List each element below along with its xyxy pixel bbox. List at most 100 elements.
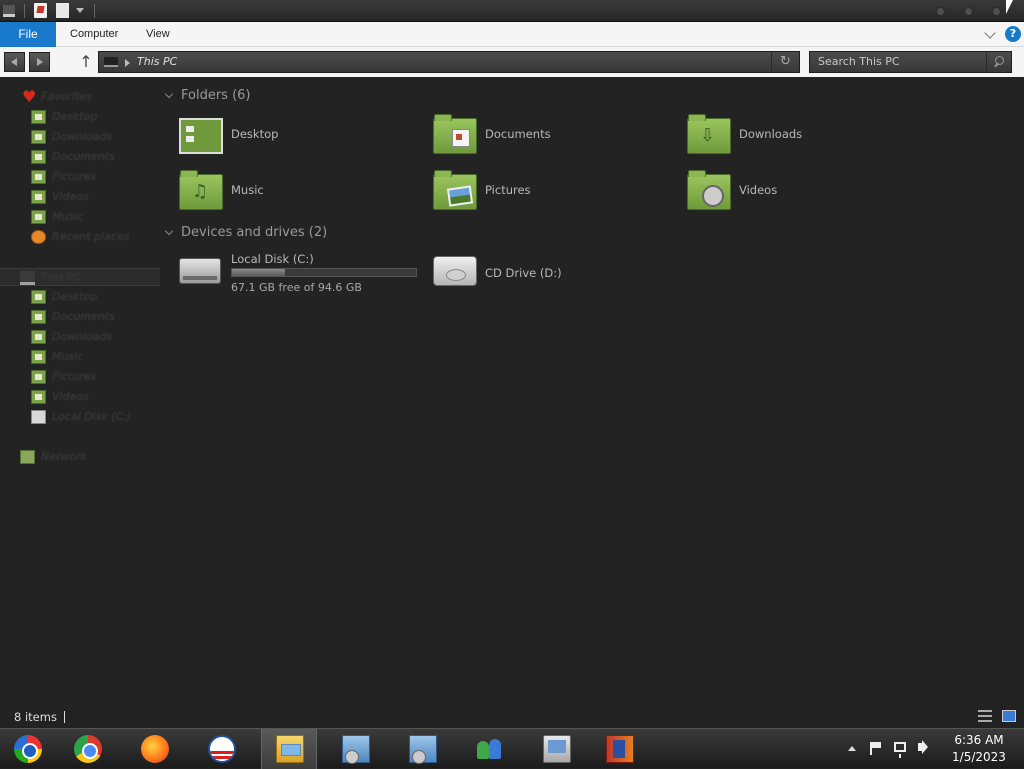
obama-logo-icon — [208, 735, 236, 763]
music-note-icon: ♫ — [192, 181, 209, 202]
folder-tile-downloads[interactable]: ⇩ Downloads — [687, 114, 927, 160]
folder-tile-documents[interactable]: Documents — [433, 114, 673, 160]
nav-pc-pictures[interactable]: Pictures — [0, 368, 160, 386]
breadcrumb-arrow-icon[interactable] — [125, 59, 130, 67]
show-hidden-icons-icon[interactable] — [848, 746, 856, 751]
recent-places-icon — [31, 230, 46, 244]
taskbar-winrar[interactable] — [592, 729, 648, 769]
close-button[interactable] — [992, 7, 1001, 16]
folder-name: Downloads — [739, 127, 803, 141]
nav-pc-desktop[interactable]: Desktop — [0, 288, 160, 306]
volume-icon[interactable] — [918, 743, 923, 751]
item-count: 8 items — [14, 710, 57, 724]
document-page-icon — [452, 129, 470, 147]
breadcrumb-this-pc[interactable]: This PC — [137, 55, 177, 68]
taskbar-users[interactable] — [461, 729, 517, 769]
title-separator — [94, 4, 95, 18]
clock-date[interactable]: 1/5/2023 — [942, 750, 1016, 764]
nav-pc-downloads[interactable]: Downloads — [0, 328, 160, 346]
music-folder-icon — [31, 210, 46, 224]
nav-label: Network — [41, 450, 87, 463]
back-button[interactable] — [4, 52, 25, 72]
folder-name: Videos — [739, 183, 778, 197]
network-icon — [20, 450, 35, 464]
nav-label: Recent places — [52, 230, 130, 243]
nav-fav-music[interactable]: Music — [0, 208, 160, 226]
navigation-bar: ↑ This PC ↻ Search This PC — [0, 47, 1024, 77]
folder-tile-desktop[interactable]: Desktop — [179, 114, 419, 160]
folder-tile-videos[interactable]: Videos — [687, 170, 927, 216]
music-folder-icon — [31, 350, 46, 364]
nav-pc-music[interactable]: Music — [0, 348, 160, 366]
nav-label: Documents — [52, 150, 115, 163]
refresh-icon[interactable]: ↻ — [771, 52, 799, 72]
collapse-chevron-icon[interactable] — [164, 89, 174, 99]
forward-button[interactable] — [29, 52, 50, 72]
documents-folder-icon — [31, 310, 46, 324]
setup-icon — [409, 735, 437, 764]
nav-network[interactable]: Network — [0, 448, 160, 466]
details-view-icon[interactable] — [978, 710, 992, 722]
desktop-icon — [31, 290, 46, 304]
drive-tile-cd[interactable]: CD Drive (D:) — [433, 252, 673, 296]
taskbar-remote-desktop[interactable] — [529, 729, 585, 769]
users-icon — [475, 735, 503, 763]
action-center-flag-icon[interactable] — [870, 742, 881, 755]
taskbar-chrome[interactable] — [60, 729, 116, 769]
properties-icon[interactable] — [34, 3, 47, 18]
nav-label: This PC — [41, 271, 82, 284]
tab-file[interactable]: File — [0, 22, 56, 47]
downloads-folder-icon — [31, 330, 46, 344]
taskbar-file-explorer[interactable] — [261, 729, 317, 769]
nav-pc-local-disk[interactable]: Local Disk (C:) — [0, 408, 160, 426]
start-button[interactable] — [0, 729, 56, 769]
minimize-button[interactable] — [936, 7, 945, 16]
taskbar-setup-1[interactable] — [328, 729, 384, 769]
nav-fav-documents[interactable]: Documents — [0, 148, 160, 166]
nav-fav-recent-places[interactable]: Recent places — [0, 228, 160, 246]
maximize-button[interactable] — [964, 7, 973, 16]
large-icons-view-icon[interactable] — [1002, 710, 1016, 722]
folder-tile-music[interactable]: ♫ Music — [179, 170, 419, 216]
tab-view[interactable]: View — [146, 22, 170, 47]
up-arrow-icon[interactable]: ↑ — [78, 52, 94, 72]
nav-favorites[interactable]: Favorites — [0, 87, 160, 106]
customize-quick-access-icon[interactable] — [76, 8, 84, 13]
nav-label: Music — [52, 350, 84, 363]
network-tray-icon[interactable] — [894, 742, 906, 758]
nav-fav-downloads[interactable]: Downloads — [0, 128, 160, 146]
tab-computer[interactable]: Computer — [70, 22, 118, 47]
search-icon[interactable] — [986, 52, 1012, 72]
nav-fav-pictures[interactable]: Pictures — [0, 168, 160, 186]
this-pc-icon — [104, 57, 118, 67]
collapse-chevron-icon[interactable] — [164, 226, 174, 236]
nav-this-pc[interactable]: This PC — [0, 268, 160, 286]
taskbar-obama-app[interactable] — [194, 729, 250, 769]
nav-pc-videos[interactable]: Videos — [0, 388, 160, 406]
pictures-folder-icon — [31, 370, 46, 384]
nav-label: Pictures — [52, 170, 97, 183]
nav-pc-documents[interactable]: Documents — [0, 308, 160, 326]
downloads-folder-icon: ⇩ — [687, 114, 731, 154]
taskbar-setup-2[interactable] — [395, 729, 451, 769]
search-input[interactable]: Search This PC — [818, 55, 900, 68]
expand-ribbon-chevron-icon[interactable] — [984, 27, 996, 39]
folder-tile-pictures[interactable]: Pictures — [433, 170, 673, 216]
nav-label: Documents — [52, 310, 115, 323]
drive-tile-local-disk[interactable]: Local Disk (C:) 67.1 GB free of 94.6 GB — [179, 252, 419, 296]
desktop-icon — [31, 110, 46, 124]
nav-fav-desktop[interactable]: Desktop — [0, 108, 160, 126]
help-icon[interactable]: ? — [1005, 26, 1021, 42]
nav-label: Local Disk (C:) — [52, 410, 132, 423]
nav-label: Music — [52, 210, 84, 223]
mouse-cursor-icon — [1006, 0, 1013, 14]
nav-fav-videos[interactable]: Videos — [0, 188, 160, 206]
system-menu-icon[interactable] — [3, 5, 15, 17]
folder-name: Music — [231, 183, 264, 197]
taskbar-firefox[interactable] — [127, 729, 183, 769]
address-bar[interactable]: This PC ↻ — [98, 51, 800, 73]
search-box[interactable]: Search This PC — [809, 51, 1012, 73]
clock-time[interactable]: 6:36 AM — [942, 733, 1016, 747]
disk-usage-bar — [231, 268, 417, 277]
new-folder-icon[interactable] — [56, 3, 69, 18]
